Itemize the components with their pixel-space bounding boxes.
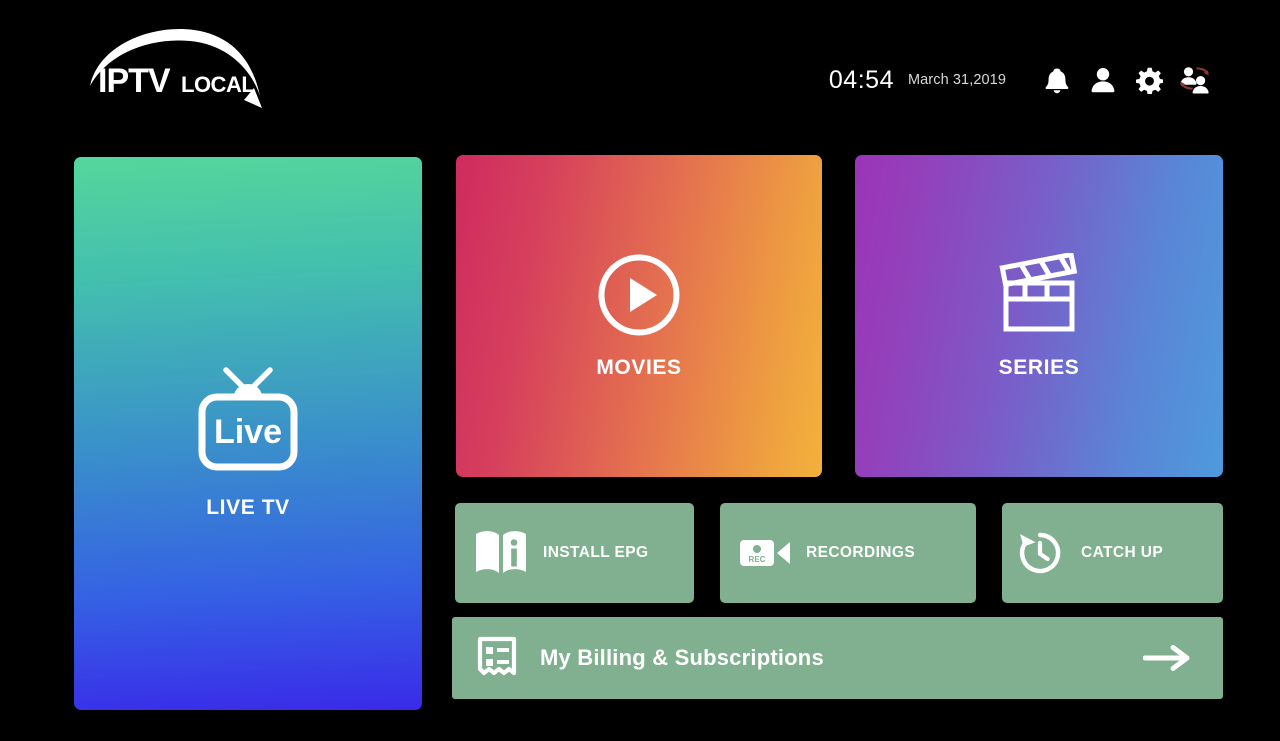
settings-icon[interactable]	[1126, 60, 1172, 100]
history-clock-icon	[1016, 530, 1064, 576]
logo-text-secondary: LOCAL	[181, 72, 254, 97]
header-status-cluster: 04:54 March 31,2019	[829, 60, 1218, 100]
live-tv-card[interactable]: Live LIVE TV	[74, 157, 422, 710]
date-label: March 31,2019	[907, 71, 1006, 88]
live-tv-label: LIVE TV	[206, 496, 290, 519]
movies-label: MOVIES	[596, 355, 682, 379]
live-tv-icon-text: Live	[214, 413, 282, 451]
video-camera-rec-icon: REC	[738, 533, 792, 573]
recordings-label: RECORDINGS	[806, 544, 916, 561]
play-circle-icon	[597, 253, 681, 342]
clapperboard-icon	[994, 251, 1084, 342]
live-tv-icon: Live	[196, 365, 300, 478]
notifications-icon[interactable]	[1034, 60, 1080, 100]
series-label: SERIES	[998, 355, 1080, 379]
live-tv-card-content: Live LIVE TV	[74, 365, 422, 520]
invoice-icon	[470, 635, 524, 681]
install-epg-button[interactable]: INSTALL EPG	[455, 503, 694, 603]
billing-label: My Billing & Subscriptions	[540, 645, 824, 670]
billing-subscriptions-button[interactable]: My Billing & Subscriptions	[452, 617, 1223, 699]
arrow-right-icon	[1143, 643, 1191, 673]
movies-card[interactable]: MOVIES	[456, 155, 822, 477]
profile-icon[interactable]	[1080, 60, 1126, 100]
catch-up-label: CATCH UP	[1081, 544, 1164, 561]
clock: 04:54	[828, 65, 894, 94]
home-screen: IPTV LOCAL 04:54 March 31,2019 Live LIVE…	[0, 0, 1280, 741]
app-header: IPTV LOCAL 04:54 March 31,2019	[0, 0, 1280, 140]
app-logo: IPTV LOCAL	[84, 22, 264, 118]
logo-text-primary: IPTV	[98, 62, 171, 100]
series-card[interactable]: SERIES	[855, 155, 1223, 477]
install-epg-label: INSTALL EPG	[543, 544, 649, 561]
book-info-icon	[473, 526, 529, 580]
rec-badge-text: REC	[749, 555, 766, 564]
switch-user-icon[interactable]	[1172, 60, 1218, 100]
catch-up-button[interactable]: CATCH UP	[1002, 503, 1223, 603]
recordings-button[interactable]: REC RECORDINGS	[720, 503, 976, 603]
